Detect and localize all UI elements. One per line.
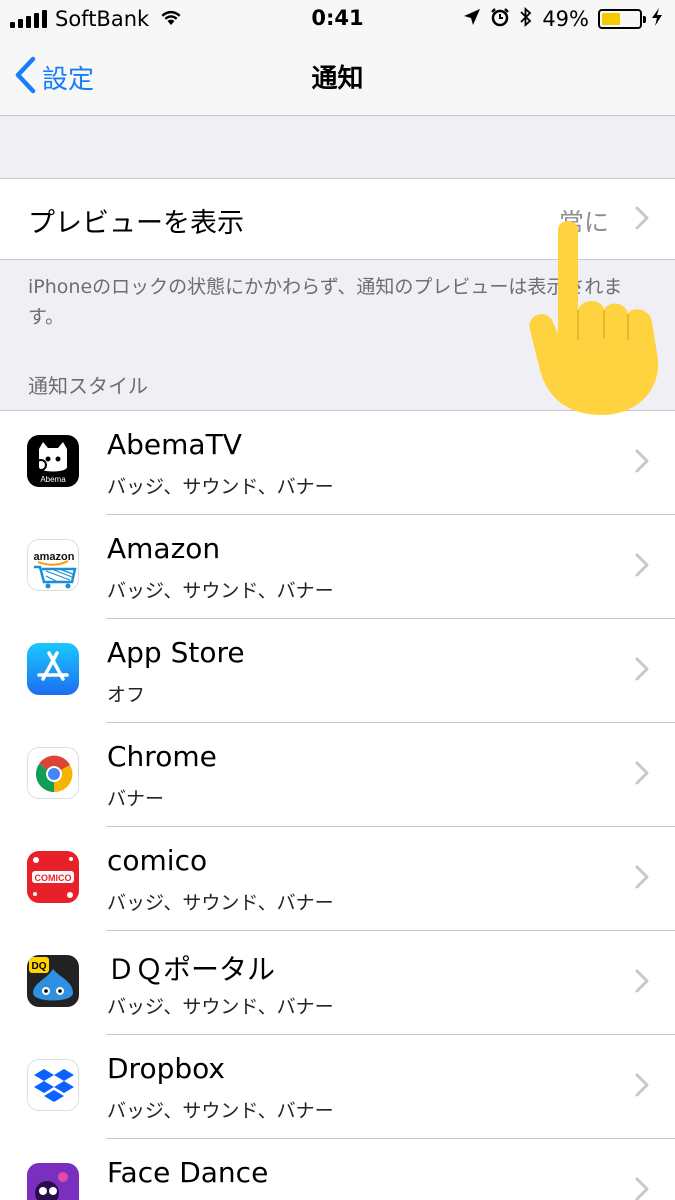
chevron-right-icon xyxy=(635,206,649,234)
status-bar: SoftBank 0:41 49% xyxy=(0,0,675,40)
alarm-icon xyxy=(490,7,510,31)
svg-text:COMICO: COMICO xyxy=(35,873,72,883)
chevron-right-icon xyxy=(635,449,649,477)
battery-icon xyxy=(598,9,646,29)
status-bar-right: 49% xyxy=(463,6,663,32)
show-previews-value: 常に xyxy=(558,208,609,237)
app-store-icon xyxy=(27,643,79,695)
list-item-chrome[interactable]: Chrome バナー xyxy=(0,723,675,827)
battery-fill xyxy=(602,13,620,25)
list-item-comico[interactable]: COMICO comico バッジ、サウンド、バナー xyxy=(0,827,675,931)
page-title: 通知 xyxy=(311,64,364,94)
amazon-icon: amazon xyxy=(27,539,79,591)
show-previews-label: プレビューを表示 xyxy=(28,208,244,239)
app-name: Face Dance xyxy=(107,1156,269,1189)
list-item-app-store[interactable]: App Store オフ xyxy=(0,619,675,723)
battery-percent: 49% xyxy=(542,7,589,31)
chevron-right-icon xyxy=(635,553,649,581)
app-list: Abema AbemaTV バッジ、サウンド、バナー amazon Amazon… xyxy=(0,410,675,1200)
comico-icon: COMICO xyxy=(27,851,79,903)
app-notification-style: バッジ、サウンド、バナー xyxy=(107,996,334,1018)
dq-portal-icon: DQ xyxy=(27,955,79,1007)
location-icon xyxy=(463,8,481,30)
list-item-face-dance[interactable]: Face Dance xyxy=(0,1139,675,1200)
app-name: App Store xyxy=(107,636,245,669)
app-notification-style: バッジ、サウンド、バナー xyxy=(107,476,334,498)
chevron-right-icon xyxy=(635,1073,649,1101)
svg-text:amazon: amazon xyxy=(34,551,75,563)
svg-text:DQ: DQ xyxy=(32,961,47,972)
section-header: 通知スタイル xyxy=(28,374,148,398)
chevron-right-icon xyxy=(635,865,649,893)
chevron-right-icon xyxy=(635,969,649,997)
navigation-bar: 設定 通知 xyxy=(0,40,675,116)
chevron-right-icon xyxy=(635,761,649,789)
app-name: ＤＱポータル xyxy=(107,953,276,986)
app-notification-style: バナー xyxy=(107,788,165,810)
abematv-icon: Abema xyxy=(27,435,79,487)
chrome-icon xyxy=(27,747,79,799)
bluetooth-icon xyxy=(519,6,533,31)
app-name: Chrome xyxy=(107,740,217,773)
chevron-right-icon xyxy=(635,1177,649,1200)
previews-footnote: iPhoneのロックの状態にかかわらず、通知のプレビューは表示されます。 xyxy=(28,276,623,328)
show-previews-row[interactable]: プレビューを表示 常に xyxy=(0,178,675,260)
svg-text:Abema: Abema xyxy=(40,475,66,484)
list-item-abematv[interactable]: Abema AbemaTV バッジ、サウンド、バナー xyxy=(0,411,675,515)
list-item-amazon[interactable]: amazon Amazon バッジ、サウンド、バナー xyxy=(0,515,675,619)
chevron-right-icon xyxy=(635,657,649,685)
app-notification-style: オフ xyxy=(107,684,146,706)
app-notification-style: バッジ、サウンド、バナー xyxy=(107,1100,334,1122)
charging-icon xyxy=(651,7,663,31)
app-notification-style: バッジ、サウンド、バナー xyxy=(107,892,334,914)
app-name: Amazon xyxy=(107,532,221,565)
app-name: AbemaTV xyxy=(107,428,242,461)
app-name: comico xyxy=(107,844,208,877)
list-item-dq-portal[interactable]: DQ ＤＱポータル バッジ、サウンド、バナー xyxy=(0,931,675,1035)
face-dance-icon xyxy=(27,1163,79,1200)
list-item-dropbox[interactable]: Dropbox バッジ、サウンド、バナー xyxy=(0,1035,675,1139)
dropbox-icon xyxy=(27,1059,79,1111)
app-notification-style: バッジ、サウンド、バナー xyxy=(107,580,334,602)
app-name: Dropbox xyxy=(107,1052,225,1085)
